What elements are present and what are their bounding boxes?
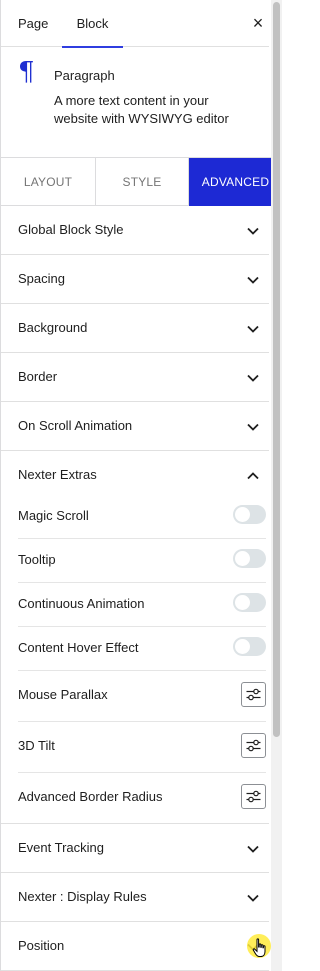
panel-title: Nexter : Display Rules <box>18 889 147 904</box>
paragraph-icon: ¶ <box>18 57 35 87</box>
chevron-up-icon <box>247 472 259 480</box>
tab-page[interactable]: Page <box>18 0 48 47</box>
panel-title: Spacing <box>18 271 65 286</box>
chevron-down-icon <box>247 374 259 382</box>
chevron-down-icon <box>247 845 259 853</box>
magic-scroll-label: Magic Scroll <box>18 508 89 523</box>
mouse-parallax-label: Mouse Parallax <box>18 687 108 702</box>
panel-title: Position <box>18 938 65 953</box>
tilt-3d-row: 3D Tilt <box>18 722 266 773</box>
hand-cursor-icon <box>252 938 268 961</box>
panel-title: Event Tracking <box>18 840 104 855</box>
tooltip-row: Tooltip <box>18 539 266 583</box>
panel-title: Nexter Extras <box>18 467 97 482</box>
advanced-border-radius-settings-button[interactable] <box>241 784 266 809</box>
sliders-icon <box>246 739 261 752</box>
chevron-down-icon <box>247 894 259 902</box>
chevron-down-icon <box>247 227 259 235</box>
panel-nexter-extras[interactable]: Nexter Extras <box>1 451 269 500</box>
tooltip-label: Tooltip <box>18 552 56 567</box>
continuous-animation-row: Continuous Animation <box>18 583 266 627</box>
panel-event-tracking[interactable]: Event Tracking <box>1 824 269 873</box>
panel-on-scroll-animation[interactable]: On Scroll Animation <box>1 402 269 451</box>
panel-title: On Scroll Animation <box>18 418 133 433</box>
inspector-header: Page Block × <box>1 0 269 48</box>
panel-background[interactable]: Background <box>1 304 269 353</box>
magic-scroll-row: Magic Scroll <box>18 496 266 539</box>
chevron-down-icon <box>247 423 259 431</box>
tooltip-toggle[interactable] <box>233 549 266 568</box>
panel-title: Border <box>18 369 58 384</box>
block-description: A more text content in your website with… <box>54 93 229 126</box>
tab-style[interactable]: STYLE <box>96 158 189 206</box>
content-hover-effect-toggle[interactable] <box>233 637 266 656</box>
tab-layout[interactable]: LAYOUT <box>1 158 96 206</box>
mouse-parallax-row: Mouse Parallax <box>18 671 266 722</box>
continuous-animation-label: Continuous Animation <box>18 596 145 611</box>
section-tabs: LAYOUT STYLE ADVANCED <box>1 157 282 206</box>
panel-global-block-style[interactable]: Global Block Style <box>1 206 269 255</box>
chevron-down-icon <box>247 276 259 284</box>
sliders-icon <box>246 790 261 803</box>
sliders-icon <box>246 688 261 701</box>
content-hover-effect-row: Content Hover Effect <box>18 627 266 671</box>
continuous-animation-toggle[interactable] <box>233 593 266 612</box>
panel-display-rules[interactable]: Nexter : Display Rules <box>1 873 269 922</box>
panel-border[interactable]: Border <box>1 353 269 402</box>
content-hover-effect-label: Content Hover Effect <box>18 640 139 655</box>
advanced-border-radius-label: Advanced Border Radius <box>18 789 163 804</box>
panel-title: Background <box>18 320 88 335</box>
panel-spacing[interactable]: Spacing <box>1 255 269 304</box>
block-inspector-panel: Page Block × ¶ Paragraph A more text con… <box>0 0 282 971</box>
scrollbar-thumb[interactable] <box>273 2 280 737</box>
chevron-down-icon <box>247 325 259 333</box>
tilt-3d-settings-button[interactable] <box>241 733 266 758</box>
tilt-3d-label: 3D Tilt <box>18 738 55 753</box>
block-card: ¶ Paragraph A more text content in your … <box>1 47 269 157</box>
advanced-border-radius-row: Advanced Border Radius <box>18 773 266 824</box>
mouse-parallax-settings-button[interactable] <box>241 682 266 707</box>
panel-title: Global Block Style <box>18 222 124 237</box>
magic-scroll-toggle[interactable] <box>233 505 266 524</box>
tab-block[interactable]: Block <box>62 0 123 48</box>
close-icon[interactable]: × <box>247 12 269 34</box>
panel-position[interactable]: Position <box>1 922 269 971</box>
block-name: Paragraph <box>54 68 115 83</box>
tab-advanced[interactable]: ADVANCED <box>189 158 282 206</box>
